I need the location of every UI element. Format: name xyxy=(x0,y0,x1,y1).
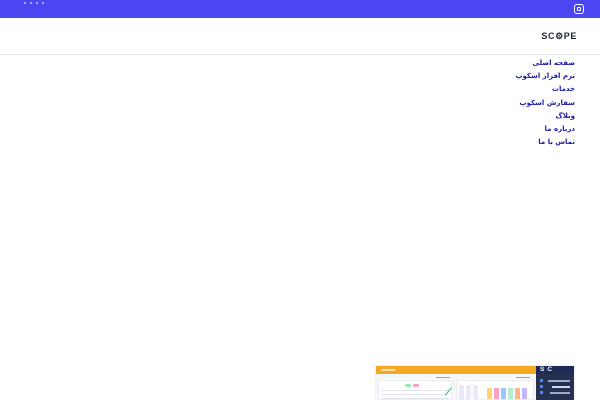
preview-bar xyxy=(522,388,527,399)
site-header: SC⚙PE xyxy=(0,18,600,55)
preview-header-bar xyxy=(376,366,536,374)
preview-grid-line xyxy=(381,398,449,399)
preview-title-right xyxy=(516,377,530,379)
preview-header-search xyxy=(381,369,395,371)
nav-link-services[interactable]: خدمات xyxy=(552,85,575,93)
site-logo[interactable]: SC⚙PE xyxy=(541,31,577,42)
preview-grid-line xyxy=(381,390,449,391)
preview-pill-green xyxy=(405,384,411,387)
preview-sidebar-item xyxy=(548,380,570,382)
preview-card-left xyxy=(378,380,452,400)
app-grid-icon[interactable] xyxy=(574,4,584,14)
nav-item-software: نرم افزار اسکوپ xyxy=(515,68,575,81)
nav-item-contact: تماس با ما xyxy=(515,134,575,147)
nav-item-services: خدمات xyxy=(515,81,575,94)
preview-sidebar xyxy=(536,374,574,400)
dashboard-preview-image: SC PE xyxy=(376,366,574,400)
preview-bar xyxy=(466,385,471,399)
preview-sidebar-item xyxy=(550,392,570,394)
preview-sidebar-icon xyxy=(540,379,543,382)
preview-brand: SC PE xyxy=(536,366,574,381)
dot-icon xyxy=(42,2,44,4)
preview-main xyxy=(376,374,536,400)
preview-sidebar-item xyxy=(552,386,570,388)
preview-bar xyxy=(473,385,478,399)
main-navigation: صفحه اصلی نرم افزار اسکوپ خدمات سفارش اس… xyxy=(515,55,575,147)
top-bar xyxy=(0,0,600,18)
nav-item-home: صفحه اصلی xyxy=(515,55,575,68)
preview-title-left xyxy=(436,377,450,379)
nav-link-about[interactable]: درباره ما xyxy=(545,125,575,133)
preview-bar xyxy=(515,388,520,399)
nav-link-contact[interactable]: تماس با ما xyxy=(538,138,575,146)
preview-bar xyxy=(459,385,464,399)
nav-item-blog: وبلاگ xyxy=(515,108,575,121)
preview-header: SC PE xyxy=(376,366,574,381)
nav-link-order[interactable]: سفارش اسکوپ xyxy=(520,99,575,107)
preview-bar xyxy=(487,388,492,399)
preview-pill-pink xyxy=(413,384,419,387)
nav-link-blog[interactable]: وبلاگ xyxy=(556,112,575,120)
nav-item-order: سفارش اسکوپ xyxy=(515,95,575,108)
preview-bar xyxy=(501,388,506,399)
preview-bar xyxy=(494,388,499,399)
dot-icon xyxy=(36,2,38,4)
preview-card-right xyxy=(456,380,534,400)
dot-icon xyxy=(30,2,32,4)
nav-link-home[interactable]: صفحه اصلی xyxy=(532,59,575,67)
preview-bar xyxy=(508,388,513,399)
nav-link-software[interactable]: نرم افزار اسکوپ xyxy=(515,72,575,80)
preview-sidebar-icon xyxy=(540,391,543,394)
dot-icon xyxy=(24,2,26,4)
top-bar-dots xyxy=(24,2,44,4)
nav-item-about: درباره ما xyxy=(515,121,575,134)
preview-sidebar-icon xyxy=(540,385,543,388)
preview-grid-line xyxy=(381,394,449,395)
